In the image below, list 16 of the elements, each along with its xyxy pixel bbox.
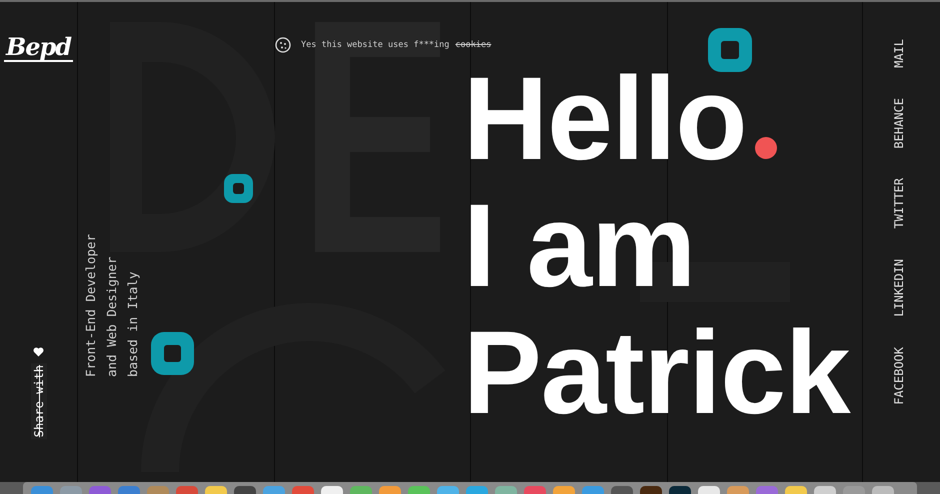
headline-text: Patrick [463, 326, 850, 421]
tagline-text: Front-End Developer and Web Designer based in Italy [82, 234, 141, 377]
logo[interactable]: Bepd [4, 34, 74, 62]
social-link[interactable]: MAIL [892, 39, 910, 68]
cookie-notice-text: Yes this website uses f***ing [301, 40, 450, 50]
heart-icon [33, 346, 44, 357]
cookie-icon [275, 37, 291, 53]
cookies-link[interactable]: cookies [455, 40, 492, 50]
social-link[interactable]: LINKEDIN [892, 259, 910, 317]
dot-shape [755, 137, 777, 159]
headline-text: Hello [463, 72, 746, 167]
social-link[interactable]: FACEBOOK [892, 346, 910, 405]
social-link[interactable]: BEHANCE [892, 98, 910, 148]
headline-text: I am [463, 199, 696, 294]
social-link[interactable]: TWITTER [892, 178, 910, 230]
share-link[interactable]: Share with [30, 362, 46, 439]
